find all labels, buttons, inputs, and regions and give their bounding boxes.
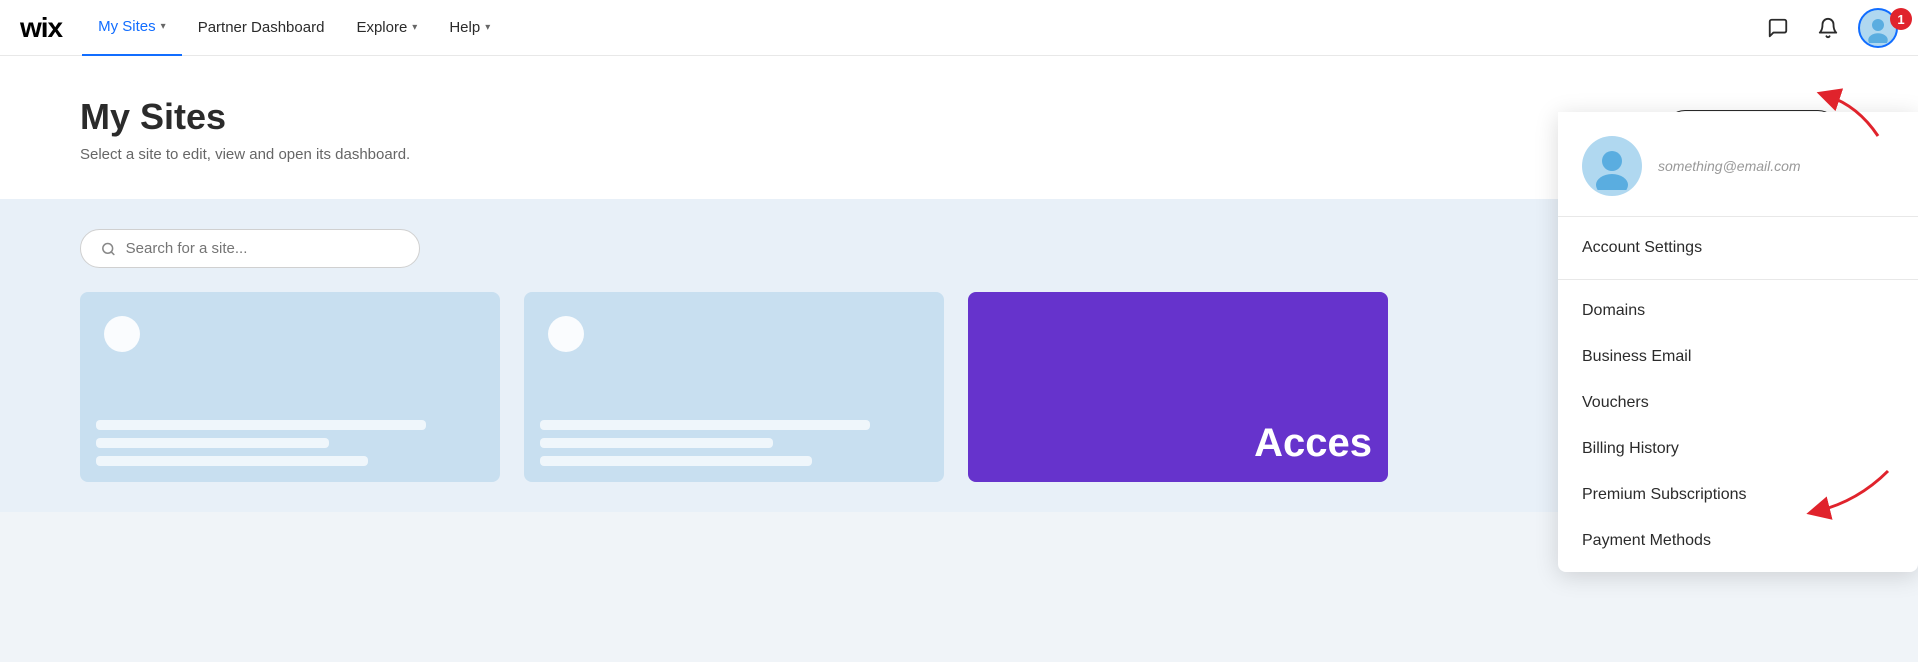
- nav-partner-dashboard[interactable]: Partner Dashboard: [182, 0, 341, 56]
- dropdown-section-services: Domains Business Email Vouchers Billing …: [1558, 280, 1918, 572]
- dropdown-item-business-email[interactable]: Business Email: [1558, 334, 1918, 380]
- dropdown-user-section: something@email.com: [1558, 112, 1918, 217]
- page-title: My Sites: [80, 96, 410, 138]
- header-right-actions: [1758, 8, 1898, 48]
- site-card-1-circle: [104, 316, 140, 352]
- site-card-2-line-bottom: [540, 456, 812, 466]
- dropdown-email: something@email.com: [1658, 158, 1801, 174]
- wix-logo: wix: [20, 12, 62, 44]
- chat-icon-button[interactable]: [1758, 8, 1798, 48]
- help-chevron-icon: ▾: [485, 22, 490, 33]
- search-icon: [101, 241, 116, 257]
- nav-my-sites[interactable]: My Sites ▾: [82, 0, 182, 56]
- avatar-icon: [1863, 13, 1893, 43]
- dropdown-avatar: [1582, 136, 1642, 196]
- site-card-1-line-bottom: [96, 456, 368, 466]
- explore-chevron-icon: ▾: [412, 22, 417, 33]
- badge-1: 1: [1890, 8, 1912, 30]
- site-card-1-line-long: [96, 420, 426, 430]
- main-header: wix My Sites ▾ Partner Dashboard Explore…: [0, 0, 1918, 56]
- main-nav: My Sites ▾ Partner Dashboard Explore ▾ H…: [82, 0, 506, 55]
- site-card-2-line-short: [540, 438, 773, 448]
- nav-explore[interactable]: Explore ▾: [340, 0, 433, 56]
- dropdown-item-premium-subscriptions[interactable]: Premium Subscriptions 2: [1558, 472, 1918, 518]
- site-card-1-line-short: [96, 438, 329, 448]
- accent-card-text: Acces: [1254, 421, 1372, 466]
- nav-help[interactable]: Help ▾: [433, 0, 506, 56]
- page-subtitle: Select a site to edit, view and open its…: [80, 146, 410, 163]
- notification-bell-button[interactable]: [1808, 8, 1848, 48]
- site-card-1[interactable]: [80, 292, 500, 482]
- dropdown-item-billing-history[interactable]: Billing History: [1558, 426, 1918, 472]
- search-input[interactable]: [126, 240, 399, 257]
- bell-icon: [1817, 17, 1839, 39]
- search-bar[interactable]: [80, 229, 420, 268]
- dropdown-item-vouchers[interactable]: Vouchers: [1558, 380, 1918, 426]
- site-card-accent[interactable]: Acces: [968, 292, 1388, 482]
- dropdown-item-account-settings[interactable]: Account Settings: [1558, 225, 1918, 271]
- user-dropdown-menu: something@email.com Account Settings Dom…: [1558, 112, 1918, 572]
- dropdown-item-payment-methods[interactable]: Payment Methods: [1558, 518, 1918, 564]
- page-content: My Sites Select a site to edit, view and…: [80, 96, 410, 163]
- site-card-2[interactable]: [524, 292, 944, 482]
- my-sites-chevron-icon: ▾: [161, 21, 166, 32]
- site-card-2-circle: [548, 316, 584, 352]
- dropdown-avatar-icon: [1588, 142, 1636, 190]
- dropdown-section-account: Account Settings: [1558, 217, 1918, 280]
- chat-icon: [1767, 17, 1789, 39]
- dropdown-item-domains[interactable]: Domains: [1558, 288, 1918, 334]
- site-card-2-line-long: [540, 420, 870, 430]
